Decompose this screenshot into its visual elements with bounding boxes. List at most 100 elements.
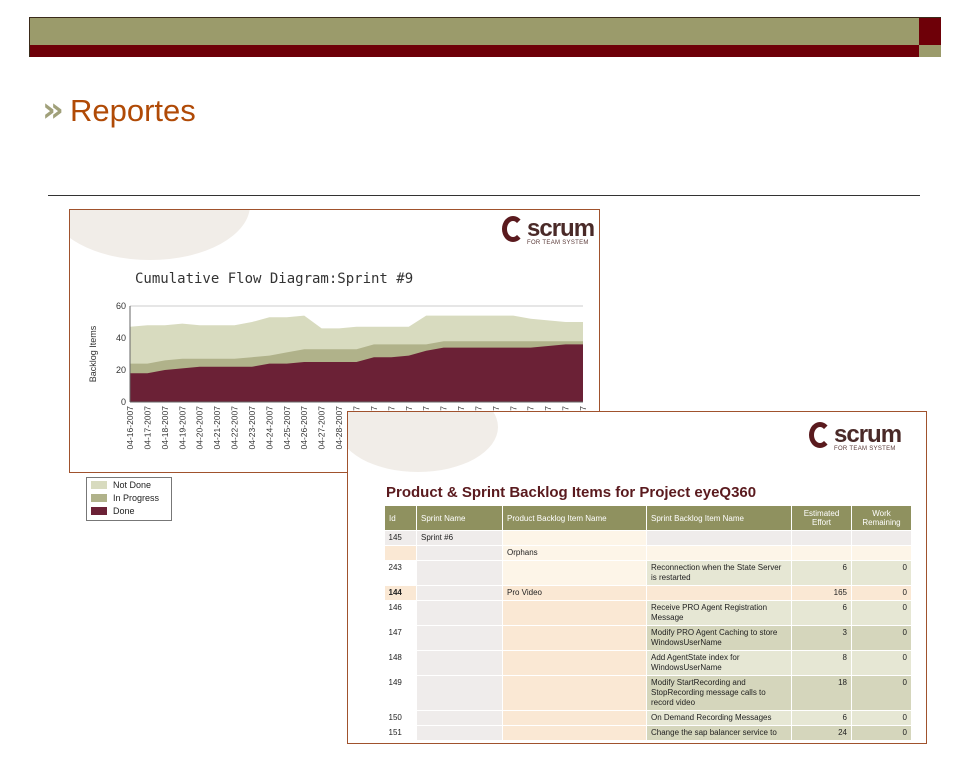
cell-product-backlog-item: Pro Video — [502, 585, 647, 601]
slide-heading: » Reportes — [42, 88, 196, 132]
column-header-product-backlog-item: Product Backlog Item Name — [502, 505, 647, 531]
cell-product-backlog-item — [502, 600, 647, 626]
cell-sprint-backlog-item: Receive PRO Agent Registration Message — [646, 600, 792, 626]
table-title: Product & Sprint Backlog Items for Proje… — [386, 484, 757, 501]
background-swoosh — [348, 412, 498, 472]
cell-estimated-effort: 18 — [791, 675, 852, 711]
x-tick-label: 04-28-2007 — [334, 406, 344, 450]
x-tick-label: 04-17-2007 — [142, 406, 152, 450]
cell-sprint-name — [416, 650, 503, 676]
y-tick-label: 20 — [116, 365, 126, 375]
scrum-logo-word: scrum — [834, 421, 902, 448]
cell-estimated-effort: 165 — [791, 585, 852, 601]
header-bar-maroon — [30, 45, 919, 57]
chevron-bullet-icon: » — [42, 90, 64, 130]
column-header-id: Id — [384, 505, 417, 531]
cell-sprint-name — [416, 585, 503, 601]
cell-sprint-backlog-item — [646, 530, 792, 546]
cell-work-remaining: 0 — [851, 725, 912, 741]
legend-item-in-progress: In Progress — [91, 492, 171, 504]
table-row: 146 Receive PRO Agent Registration Messag… — [384, 600, 912, 626]
legend-item-not-done: Not Done — [91, 479, 171, 491]
cell-product-backlog-item — [502, 675, 647, 711]
column-header-sprint-name: Sprint Name — [416, 505, 503, 531]
x-tick-label: 04-21-2007 — [212, 406, 222, 450]
cell-work-remaining: 0 — [851, 625, 912, 651]
table-row: 148 Add AgentState index for WindowsUserN… — [384, 650, 912, 676]
cell-id: 151 — [384, 725, 417, 741]
x-tick-label: 04-24-2007 — [264, 406, 274, 450]
cell-id: 149 — [384, 675, 417, 711]
cell-sprint-backlog-item: Modify PRO Agent Caching to store Window… — [646, 625, 792, 651]
cell-sprint-backlog-item: Modify StartRecording and StopRecording … — [646, 675, 792, 711]
header-bar-corner-olive — [919, 45, 941, 57]
x-tick-label: 04-23-2007 — [247, 406, 257, 450]
cell-estimated-effort — [791, 545, 852, 561]
cell-id: 148 — [384, 650, 417, 676]
cell-estimated-effort: 6 — [791, 600, 852, 626]
cell-estimated-effort: 6 — [791, 560, 852, 586]
cell-product-backlog-item — [502, 530, 647, 546]
table-row: 144 Pro Video 165 0 — [384, 585, 912, 601]
cell-estimated-effort: 24 — [791, 725, 852, 741]
table-row: 243 Reconnection when the State Server is… — [384, 560, 912, 586]
cell-work-remaining: 0 — [851, 560, 912, 586]
cell-work-remaining — [851, 530, 912, 546]
table-row: 149 Modify StartRecording and StopRecordi… — [384, 675, 912, 711]
cell-product-backlog-item — [502, 650, 647, 676]
column-header-estimated-effort: Estimated Effort — [791, 505, 852, 531]
cell-id: 243 — [384, 560, 417, 586]
cell-sprint-backlog-item: Change the sap balancer service to — [646, 725, 792, 741]
table-row: Orphans — [384, 545, 912, 561]
table-row: 147 Modify PRO Agent Caching to store Win… — [384, 625, 912, 651]
cell-work-remaining — [851, 545, 912, 561]
legend-item-done: Done — [91, 505, 171, 517]
x-tick-label: 04-20-2007 — [195, 406, 205, 450]
cell-sprint-name — [416, 600, 503, 626]
legend-swatch-in-progress — [91, 494, 107, 502]
cell-sprint-name — [416, 545, 503, 561]
cell-work-remaining: 0 — [851, 600, 912, 626]
y-tick-label: 0 — [121, 397, 126, 407]
column-header-sprint-backlog-item: Sprint Backlog Item Name — [646, 505, 792, 531]
cell-sprint-name — [416, 625, 503, 651]
cell-work-remaining: 0 — [851, 675, 912, 711]
y-tick-label: 40 — [116, 333, 126, 343]
table-row: 151 Change the sap balancer service to 24 0 — [384, 725, 912, 741]
slide-title: Reportes — [69, 92, 196, 128]
legend-label-done: Done — [113, 506, 135, 516]
column-header-work-remaining: Work Remaining — [851, 505, 912, 531]
cell-product-backlog-item — [502, 710, 647, 726]
cell-sprint-backlog-item — [646, 585, 792, 601]
table-row: 145 Sprint #6 — [384, 530, 912, 546]
x-tick-label: 04-22-2007 — [230, 406, 240, 450]
cell-work-remaining: 0 — [851, 710, 912, 726]
legend-label-in-progress: In Progress — [113, 493, 160, 503]
x-tick-label: 04-16-2007 — [125, 406, 135, 450]
scrum-logo: scrum FOR TEAM SYSTEM — [809, 421, 902, 452]
cell-sprint-name — [416, 725, 503, 741]
table-row: 150 On Demand Recording Messages 6 0 — [384, 710, 912, 726]
scrum-logo-subtitle: FOR TEAM SYSTEM — [834, 446, 896, 452]
cell-product-backlog-item — [502, 560, 647, 586]
cell-estimated-effort: 8 — [791, 650, 852, 676]
divider — [48, 195, 920, 196]
x-tick-label: 04-19-2007 — [177, 406, 187, 450]
legend-swatch-done — [91, 507, 107, 515]
header-bar-olive — [30, 18, 919, 45]
scrum-logo-icon — [809, 422, 831, 448]
cell-id — [384, 545, 417, 561]
legend-swatch-not-done — [91, 481, 107, 489]
cell-estimated-effort — [791, 530, 852, 546]
cell-id: 150 — [384, 710, 417, 726]
cell-id: 146 — [384, 600, 417, 626]
x-tick-label: 04-18-2007 — [160, 406, 170, 450]
cell-sprint-backlog-item: Reconnection when the State Server is re… — [646, 560, 792, 586]
cell-product-backlog-item — [502, 725, 647, 741]
cell-sprint-backlog-item — [646, 545, 792, 561]
cell-estimated-effort: 6 — [791, 710, 852, 726]
cell-work-remaining: 0 — [851, 650, 912, 676]
cell-sprint-name — [416, 675, 503, 711]
cell-sprint-name — [416, 560, 503, 586]
backlog-table: Id Sprint Name Product Backlog Item Name… — [384, 505, 912, 741]
